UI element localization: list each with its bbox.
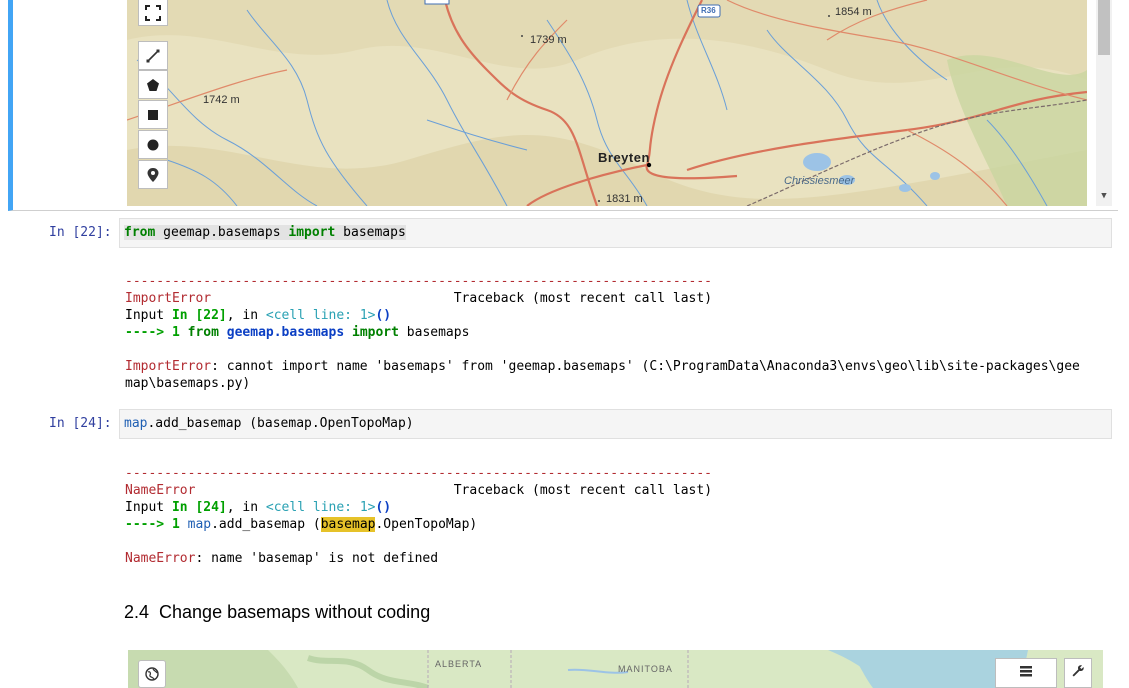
rectangle-icon[interactable] bbox=[138, 100, 168, 129]
polyline-icon[interactable] bbox=[138, 41, 168, 70]
city-label: Breyten bbox=[598, 150, 650, 165]
scrollbar-thumb[interactable] bbox=[1098, 0, 1110, 55]
code-input[interactable]: map.add_basemap (basemap.OpenTopoMap) bbox=[119, 409, 1112, 439]
cell-prompt: In [22]: bbox=[49, 225, 112, 240]
lake-label: Chrissiesmeer bbox=[784, 175, 855, 187]
province-label: ALBERTA bbox=[435, 659, 483, 669]
province-label: MANITOBA bbox=[618, 664, 673, 674]
marker-icon[interactable] bbox=[138, 160, 168, 189]
elevation-label: 1854 m bbox=[835, 6, 872, 18]
elevation-label: 1742 m bbox=[203, 94, 240, 106]
polygon-icon[interactable] bbox=[138, 70, 168, 99]
scroll-down-icon[interactable]: ▼ bbox=[1098, 190, 1110, 202]
section-heading: 2.4 Change basemaps without coding bbox=[124, 602, 431, 622]
layers-button[interactable] bbox=[995, 658, 1057, 688]
globe-icon[interactable] bbox=[138, 660, 166, 688]
basemap-map[interactable] bbox=[128, 650, 1103, 688]
cell-prompt: In [24]: bbox=[49, 416, 112, 431]
wrench-button[interactable] bbox=[1064, 658, 1092, 688]
topo-map[interactable] bbox=[127, 0, 1087, 206]
layers-icon bbox=[1019, 665, 1033, 681]
elevation-label: 1739 m bbox=[530, 34, 567, 46]
elevation-label: 1831 m bbox=[606, 193, 643, 205]
error-output: ----------------------------------------… bbox=[125, 274, 1080, 391]
code-input[interactable]: from geemap.basemaps import basemaps bbox=[119, 218, 1112, 248]
road-shield-label: R36 bbox=[701, 6, 716, 15]
fullscreen-icon[interactable] bbox=[138, 0, 168, 26]
circle-icon[interactable] bbox=[138, 130, 168, 159]
error-output: ----------------------------------------… bbox=[125, 466, 713, 566]
wrench-icon bbox=[1071, 664, 1085, 682]
